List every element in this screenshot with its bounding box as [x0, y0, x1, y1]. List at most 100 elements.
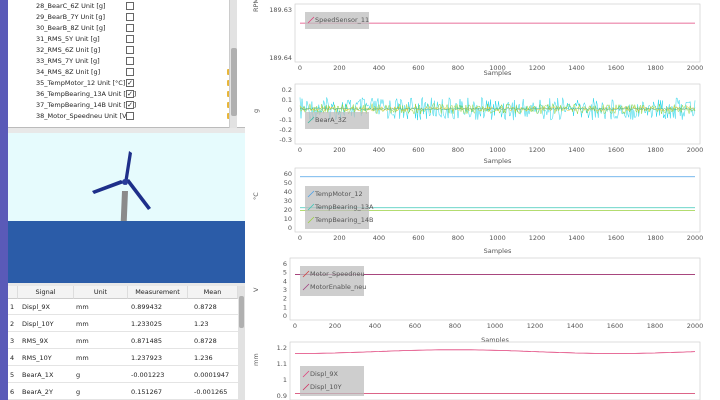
channel-checkbox[interactable] [126, 112, 134, 120]
channel-label: 34_RMS_8Z Unit [g] [36, 68, 101, 76]
plot-panel[interactable]: mm 1.2 1.1 1 0.9 Displ_9X Displ_10Y [252, 341, 701, 400]
table-row[interactable]: 1 Displ_9X mm 0.899432 0.8728 [8, 299, 238, 315]
row-unit: mm [76, 337, 89, 345]
plot-area: RPM 0 200 400 600 800 1000 1200 1400 1600 1800 2000… [250, 0, 720, 400]
plot-legend: BearA_3Z [305, 112, 369, 129]
row-signal: BearA_2Y [22, 388, 53, 396]
plot-legend: Displ_9X Displ_10Y [300, 366, 364, 396]
channel-row[interactable]: 30_BearB_8Z Unit [g] [8, 23, 236, 34]
table-row[interactable]: 4 RMS_10Y mm 1.237923 1.236 [8, 350, 238, 366]
table-header[interactable]: Unit [74, 286, 128, 299]
table-header[interactable]: Measurement [128, 286, 188, 299]
legend-entry: Displ_10Y [310, 383, 342, 391]
channel-row[interactable]: 31_RMS_5Y Unit [g] [8, 34, 236, 45]
table-header[interactable]: Signal [18, 286, 74, 299]
plot-panel[interactable]: g 0 200 400 600 800 1000 1200 1400 1600 1800 2000 Sa… [252, 83, 703, 165]
channel-checkbox[interactable] [126, 68, 134, 76]
channel-checkbox[interactable] [126, 35, 134, 43]
channel-checkbox[interactable]: ✓ [126, 101, 134, 109]
y-axis-label: g [252, 109, 260, 113]
y-tick-label: 0.1 [282, 96, 292, 104]
plot-panel[interactable]: RPM0 200 400 600 800 1000 1200 1400 1600 1800 2000… [252, 0, 703, 77]
channel-row[interactable]: 35_TempMotor_12 Unit [°C] ✓ [8, 78, 236, 89]
plot-panel[interactable]: °C0 200 400 600 800 1000 1200 1400 1600 1800 2000S… [252, 167, 703, 255]
y-tick-label: 10 [284, 215, 292, 223]
x-tick-label: 1000 [489, 146, 506, 154]
row-unit: mm [76, 354, 89, 362]
channel-checkbox[interactable] [126, 2, 134, 10]
row-mean: 1.23 [194, 320, 209, 328]
y-tick-label: 20 [284, 206, 292, 214]
y-tick-label: 60 [284, 170, 292, 178]
legend-entry: Displ_9X [310, 370, 339, 378]
x-tick-label: 1600 [608, 234, 625, 242]
x-tick-label: 200 [333, 64, 345, 72]
x-tick-label: 1600 [608, 64, 625, 72]
x-tick-label: 1800 [647, 64, 664, 72]
channel-row[interactable]: 36_TempBearing_13A Unit [°C] ✓ [8, 89, 236, 100]
channel-list: 28_BearC_6Z Unit [g] 29_BearB_7Y Unit [g]… [8, 0, 245, 128]
row-unit: g [76, 388, 81, 396]
x-tick-label: 2000 [687, 322, 704, 330]
channel-row[interactable]: 29_BearB_7Y Unit [g] [8, 12, 236, 23]
table-scrollbar[interactable] [238, 286, 245, 400]
channel-label: 29_BearB_7Y Unit [g] [36, 13, 106, 21]
table-row[interactable]: 2 Displ_10Y mm 1.233025 1.23 [8, 316, 238, 332]
channel-checkbox[interactable] [126, 13, 134, 21]
channel-row[interactable]: 28_BearC_6Z Unit [g] [8, 1, 236, 12]
channel-checkbox[interactable]: ✓ [126, 90, 134, 98]
channel-checkbox[interactable] [126, 46, 134, 54]
channel-label: 33_RMS_7Y Unit [g] [36, 57, 100, 65]
left-side-strip [0, 0, 8, 400]
table-row[interactable]: 3 RMS_9X mm 0.871485 0.8728 [8, 333, 238, 349]
x-tick-label: 1400 [568, 146, 585, 154]
channel-list-scrollbar[interactable] [229, 0, 237, 128]
plot-legend: Motor_Speedneu MotorEnable_neu [300, 266, 366, 296]
app-window: 28_BearC_6Z Unit [g] 29_BearB_7Y Unit [g]… [0, 0, 720, 400]
row-measurement: 0.871485 [131, 337, 163, 345]
x-tick-label: 200 [329, 322, 341, 330]
y-tick-label: 1 [283, 376, 287, 384]
y-tick-label: 1.2 [277, 344, 287, 352]
row-mean: 1.236 [194, 354, 213, 362]
legend-entry: TempBearing_13A [314, 203, 374, 211]
plot-legend: TempMotor_12 TempBearing_13A TempBearing_1… [305, 186, 374, 229]
plot-panel[interactable]: V0 200 400 600 800 1000 1200 1400 1600 1800 2000Sa… [252, 257, 704, 344]
table-row[interactable]: 5 BearA_1X g -0.001223 0.0001947 [8, 367, 238, 383]
channel-checkbox[interactable] [126, 57, 134, 65]
channel-row[interactable]: 33_RMS_7Y Unit [g] [8, 56, 236, 67]
x-tick-label: 600 [412, 64, 424, 72]
y-tick-label: 30 [284, 197, 292, 205]
row-signal: Displ_9X [22, 303, 50, 311]
row-measurement: 0.151267 [131, 388, 163, 396]
x-tick-label: 400 [373, 64, 385, 72]
y-tick-label: 189.63 [269, 6, 292, 14]
y-tick-label: 4 [283, 277, 287, 285]
table-scroll-thumb[interactable] [239, 296, 244, 328]
row-index: 3 [10, 337, 15, 345]
channel-checkbox[interactable]: ✓ [126, 79, 134, 87]
y-tick-label: 5 [283, 269, 287, 277]
y-tick-label: 1.1 [277, 360, 287, 368]
table-header[interactable]: Mean [188, 286, 238, 299]
row-index: 4 [10, 354, 15, 362]
x-tick-label: 800 [452, 64, 464, 72]
channel-label: 30_BearB_8Z Unit [g] [36, 24, 106, 32]
table-row[interactable]: 6 BearA_2Y g 0.151267 -0.001265 [8, 384, 238, 400]
channel-row[interactable]: 32_RMS_6Z Unit [g] [8, 45, 236, 56]
x-tick-label: 1400 [567, 322, 584, 330]
x-tick-label: 600 [412, 234, 424, 242]
row-mean: 0.8728 [194, 303, 217, 311]
y-tick-label: -0.1 [279, 116, 292, 124]
x-tick-label: 1000 [489, 234, 506, 242]
channel-list-scroll-thumb[interactable] [231, 48, 237, 116]
channel-row[interactable]: 37_TempBearing_14B Unit [°C] ✓ [8, 100, 236, 111]
channel-row[interactable]: 38_Motor_Speedneu Unit [V] [8, 111, 236, 122]
plot-legend: SpeedSensor_11 [305, 12, 369, 29]
x-axis-label: Samples [484, 247, 512, 255]
y-tick-label: 0.9 [277, 392, 287, 400]
channel-checkbox[interactable] [126, 24, 134, 32]
channel-row[interactable]: 34_RMS_8Z Unit [g] [8, 67, 236, 78]
x-tick-label: 200 [333, 234, 345, 242]
y-tick-label: 50 [284, 179, 292, 187]
